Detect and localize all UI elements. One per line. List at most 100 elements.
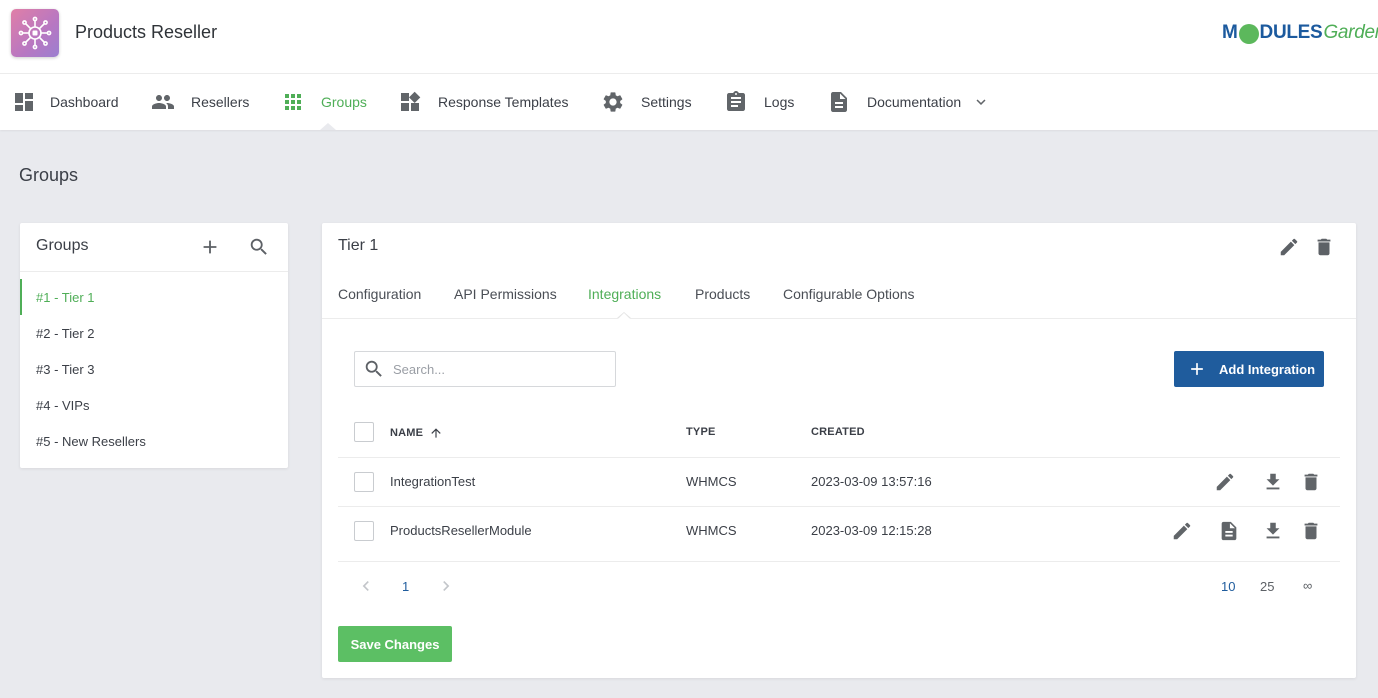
- group-detail-panel: Tier 1 Configuration API Permissions Int…: [322, 223, 1356, 678]
- edit-group-button[interactable]: [1277, 235, 1301, 259]
- chevron-left-icon: [362, 581, 369, 591]
- delete-integration-button[interactable]: [1299, 470, 1323, 494]
- nav-settings[interactable]: Settings: [601, 74, 692, 130]
- tab-configurable-options[interactable]: Configurable Options: [783, 286, 915, 302]
- nav-documentation-label: Documentation: [867, 94, 962, 110]
- add-integration-button[interactable]: Add Integration: [1174, 351, 1324, 387]
- edit-integration-button[interactable]: [1213, 470, 1237, 494]
- app-logo-icon: [11, 9, 59, 57]
- search-icon: [250, 238, 267, 255]
- integration-created: 2023-03-09 13:57:16: [811, 474, 932, 489]
- pencil-icon: [1216, 473, 1234, 491]
- nav-dashboard[interactable]: Dashboard: [12, 74, 119, 130]
- tab-products[interactable]: Products: [695, 286, 750, 302]
- clipboard-icon: [727, 91, 745, 111]
- main-nav: Dashboard Resellers Groups Response Temp…: [0, 74, 1378, 130]
- add-integration-label: Add Integration: [1219, 361, 1316, 377]
- nav-response-templates[interactable]: Response Templates: [398, 74, 568, 130]
- nav-response-templates-label: Response Templates: [438, 94, 569, 110]
- nav-active-caret: [320, 123, 336, 130]
- nav-resellers-label: Resellers: [191, 94, 250, 110]
- page-size-all[interactable]: ∞: [1303, 578, 1312, 593]
- app-title: Products Reseller: [75, 22, 218, 42]
- top-bar: Products Reseller M DULES Garden: [0, 0, 1378, 74]
- document-icon: [831, 92, 847, 112]
- delete-integration-button[interactable]: [1299, 519, 1323, 543]
- trash-icon: [1304, 473, 1318, 491]
- tab-configuration[interactable]: Configuration: [338, 286, 421, 302]
- integration-name: IntegrationTest: [390, 474, 476, 489]
- nav-logs-label: Logs: [764, 94, 795, 110]
- tab-integrations[interactable]: Integrations: [588, 286, 661, 302]
- delete-group-button[interactable]: [1312, 235, 1336, 259]
- nav-resellers[interactable]: Resellers: [151, 74, 249, 130]
- groups-panel-title: Groups: [36, 237, 89, 254]
- plus-icon: [1191, 363, 1203, 375]
- page-size-25[interactable]: 25: [1260, 579, 1274, 594]
- next-page-button[interactable]: [436, 576, 456, 599]
- search-groups-button[interactable]: [247, 235, 271, 259]
- page-size-10[interactable]: 10: [1221, 579, 1235, 594]
- brand-globe-icon: [1238, 24, 1259, 44]
- modulesgarden-logo[interactable]: M DULES Garden: [1222, 22, 1378, 44]
- brand-garden: Garden: [1323, 22, 1378, 43]
- widgets-icon: [401, 91, 421, 111]
- tabs-divider: [322, 318, 1356, 319]
- pencil-icon: [1280, 238, 1298, 256]
- dashboard-icon: [15, 93, 33, 111]
- integration-type: WHMCS: [686, 474, 737, 489]
- download-integration-button[interactable]: [1261, 470, 1285, 494]
- prev-page-button[interactable]: [356, 576, 376, 599]
- add-group-button[interactable]: [198, 235, 222, 259]
- table-row-divider: [338, 506, 1340, 507]
- nav-logs[interactable]: Logs: [724, 74, 794, 130]
- search-field: [354, 351, 616, 387]
- plus-icon: [203, 240, 217, 254]
- column-header-created[interactable]: CREATED: [811, 426, 865, 438]
- column-header-type[interactable]: TYPE: [686, 426, 716, 438]
- search-input[interactable]: [393, 361, 593, 377]
- table-footer-divider: [338, 561, 1340, 562]
- table-header-divider: [338, 457, 1340, 458]
- group-item[interactable]: #5 - New Resellers: [20, 423, 288, 459]
- chevron-right-icon: [443, 581, 450, 591]
- sort-ascending-icon: [431, 428, 441, 438]
- chevron-down-icon: [976, 99, 986, 105]
- save-changes-button[interactable]: Save Changes: [338, 626, 452, 662]
- nav-documentation[interactable]: Documentation: [827, 74, 990, 130]
- groups-panel: Groups #1 - Tier 1 #2 - Tier 2 #3 - Tier…: [20, 223, 288, 468]
- download-icon: [1266, 473, 1280, 490]
- nav-dashboard-label: Dashboard: [50, 94, 119, 110]
- column-header-name-label: NAME: [390, 427, 424, 439]
- download-icon: [1266, 522, 1280, 539]
- brand-m: M: [1222, 22, 1238, 43]
- people-icon: [152, 95, 174, 109]
- pencil-icon: [1173, 522, 1191, 540]
- group-item[interactable]: #1 - Tier 1: [20, 279, 288, 315]
- view-documentation-button[interactable]: [1217, 519, 1241, 543]
- row-checkbox[interactable]: [354, 521, 374, 541]
- nav-groups[interactable]: Groups: [281, 74, 367, 130]
- groups-panel-divider: [20, 271, 288, 272]
- tab-api-permissions[interactable]: API Permissions: [454, 286, 557, 302]
- page-number[interactable]: 1: [402, 579, 409, 594]
- tab-active-caret: [617, 312, 631, 319]
- edit-integration-button[interactable]: [1170, 519, 1194, 543]
- group-item[interactable]: #4 - VIPs: [20, 387, 288, 423]
- download-integration-button[interactable]: [1261, 519, 1285, 543]
- column-header-name[interactable]: NAME: [390, 426, 443, 440]
- integration-created: 2023-03-09 12:15:28: [811, 523, 932, 538]
- group-detail-title: Tier 1: [338, 237, 379, 254]
- group-item[interactable]: #3 - Tier 3: [20, 351, 288, 387]
- brand-dules: DULES: [1259, 22, 1323, 43]
- select-all-checkbox[interactable]: [354, 422, 374, 442]
- integration-name: ProductsResellerModule: [390, 523, 532, 538]
- document-icon: [1221, 521, 1237, 541]
- trash-icon: [1317, 238, 1331, 256]
- nav-settings-label: Settings: [641, 94, 692, 110]
- group-item[interactable]: #2 - Tier 2: [20, 315, 288, 351]
- row-checkbox[interactable]: [354, 472, 374, 492]
- gear-icon: [603, 92, 623, 112]
- integration-type: WHMCS: [686, 523, 737, 538]
- trash-icon: [1304, 522, 1318, 540]
